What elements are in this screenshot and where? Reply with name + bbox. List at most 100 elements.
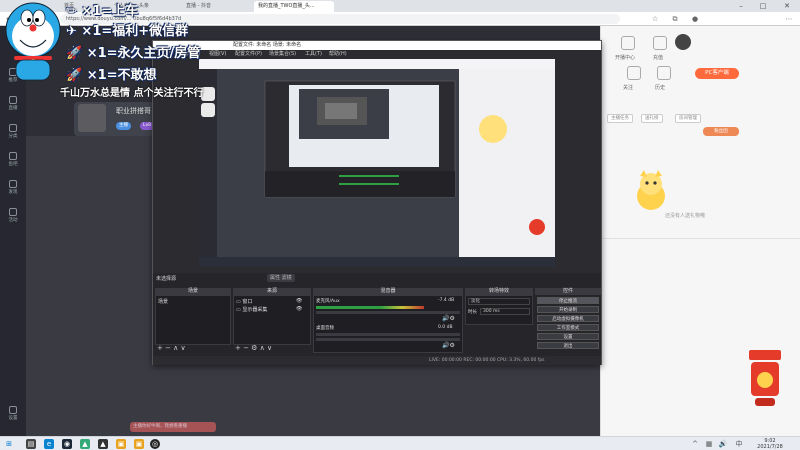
minimize-icon[interactable]: – bbox=[730, 0, 752, 12]
tray-up-icon[interactable]: ^ bbox=[690, 439, 700, 449]
chat-message: 主播你好牛啊，我想看重播 bbox=[130, 422, 216, 432]
wallet-icon[interactable] bbox=[653, 36, 667, 50]
status-badge: 主播 bbox=[116, 122, 131, 130]
sidebar-item-label: 设置 bbox=[8, 416, 18, 421]
close-icon[interactable]: ✕ bbox=[776, 0, 798, 12]
mixer-level-bar bbox=[316, 333, 460, 336]
caption-slogan: 千山万水总是情 点个关注行不行 bbox=[60, 88, 204, 99]
streamer-name: 职业拼搭哥 bbox=[116, 107, 151, 115]
sidebar-item-fishbar[interactable]: 鱼吧 bbox=[0, 152, 26, 167]
rocket-icon: 🚀 bbox=[66, 46, 87, 61]
collections-icon[interactable]: ⧉ bbox=[670, 14, 680, 24]
sidebar-item-category[interactable]: 分类 bbox=[0, 124, 26, 139]
mascot-image bbox=[637, 170, 665, 210]
volume-slider-track[interactable] bbox=[316, 338, 460, 341]
source-item[interactable]: ▭ 显示器采集 bbox=[236, 306, 267, 313]
source-properties-tabs[interactable]: 属性 滤镜 bbox=[267, 274, 295, 282]
obs-menu-bar: 文件(F) 编辑(E) 视图(V) 配置文件(P) 场景集合(S) 工具(T) … bbox=[153, 50, 601, 59]
sidebar-item-discover[interactable]: 发现 bbox=[0, 180, 26, 195]
mixer-track-name: 麦克风/Aux bbox=[316, 299, 340, 304]
network-icon[interactable]: ▦ bbox=[704, 439, 714, 449]
transition-select[interactable]: 淡化 bbox=[468, 298, 530, 305]
gear-icon bbox=[9, 406, 17, 414]
source-item[interactable]: ▭ 窗口 bbox=[236, 298, 252, 305]
start-recording-button[interactable]: 开始录制 bbox=[537, 306, 599, 313]
avatar[interactable] bbox=[675, 34, 691, 50]
no-source-label: 未选择源 bbox=[156, 276, 177, 282]
folder-icon[interactable]: ▣ bbox=[134, 439, 144, 449]
icon-label: 开播中心 bbox=[615, 55, 636, 61]
scene-item[interactable]: 场景 bbox=[158, 298, 168, 305]
pencil-icon: ✏ bbox=[66, 4, 82, 19]
steam-icon[interactable]: ◉ bbox=[62, 439, 72, 449]
mixer-level-bar bbox=[316, 306, 424, 309]
windows-start-icon[interactable]: ⊞ bbox=[4, 439, 14, 449]
sidebar-item-events[interactable]: 活动 bbox=[0, 208, 26, 223]
edge-browser-icon[interactable]: e bbox=[44, 439, 54, 449]
file-explorer-icon[interactable]: ▤ bbox=[26, 439, 36, 449]
duration-input[interactable]: 300 ms bbox=[480, 308, 530, 315]
menu-item-tools[interactable]: 工具(T) bbox=[305, 50, 322, 59]
heart-icon[interactable] bbox=[627, 66, 641, 80]
browser-tab-active[interactable]: 我的直播_TWO直播_头... bbox=[254, 1, 334, 12]
nested-capture-image bbox=[199, 59, 555, 267]
caption-line: 🚀 ×1=不敢想 bbox=[66, 68, 157, 83]
tab-anchor-tasks[interactable]: 主播任务 bbox=[607, 114, 633, 123]
exit-button[interactable]: 退出 bbox=[537, 342, 599, 349]
eye-icon[interactable]: 👁 bbox=[296, 298, 302, 304]
sidebar-item-label: 分类 bbox=[8, 134, 18, 139]
sidebar-item-label: 发现 bbox=[8, 190, 18, 195]
add-source-icon[interactable]: + − ⚙ ∧ ∨ bbox=[235, 344, 272, 352]
icon-label: 历史 bbox=[655, 85, 666, 91]
tab-room-manage[interactable]: 房间管理 bbox=[675, 114, 701, 123]
caption-line: ✏ ×1=上车 bbox=[66, 4, 139, 19]
grid-icon bbox=[9, 124, 17, 132]
maximize-icon[interactable]: □ bbox=[752, 0, 774, 12]
caption-line: 🚀 ×1=永久主页/房管 bbox=[66, 46, 201, 61]
obs-preview[interactable] bbox=[199, 59, 555, 267]
virtual-camera-button[interactable]: 启动虚拟摄像机 bbox=[537, 315, 599, 322]
speaker-icon[interactable]: 🔊⚙ bbox=[442, 315, 455, 322]
empty-state-text: 还没有人送礼物哦 bbox=[665, 213, 706, 219]
folder-icon[interactable]: ▣ bbox=[116, 439, 126, 449]
clock[interactable]: 9:02 2021/7/28 bbox=[750, 438, 790, 450]
sidebar-item-settings[interactable]: 设置 bbox=[0, 406, 26, 421]
mixer-track-name: 桌面音频 bbox=[316, 326, 334, 331]
menu-item-help[interactable]: 帮助(H) bbox=[329, 50, 347, 59]
pc-client-button[interactable]: PC客户端 bbox=[695, 68, 739, 79]
mixer-db-value: 0.0 dB bbox=[438, 325, 453, 330]
settings-button[interactable]: 设置 bbox=[537, 333, 599, 340]
eye-icon[interactable]: 👁 bbox=[296, 306, 302, 312]
fan-club-button[interactable]: 粉丝团 bbox=[703, 127, 739, 136]
broadcast-icon[interactable] bbox=[621, 36, 635, 50]
stop-stream-button[interactable]: 停止推流 bbox=[537, 297, 599, 304]
app-icon[interactable]: ▲ bbox=[98, 439, 108, 449]
menu-item-view[interactable]: 视图(V) bbox=[209, 50, 226, 59]
obs-title-bar: 配置文件: 未命名 场景: 未命名 bbox=[153, 41, 601, 50]
mixer-header: 混音器 bbox=[313, 288, 463, 295]
menu-item-scene-collection[interactable]: 场景集合(S) bbox=[269, 50, 296, 59]
tab-gift-rank[interactable]: 送礼榜 bbox=[641, 114, 663, 123]
mixer-db-value: -7.4 dB bbox=[438, 298, 455, 303]
profile-icon[interactable]: ● bbox=[690, 14, 700, 24]
menu-item-profile[interactable]: 配置文件(P) bbox=[235, 50, 262, 59]
ime-icon[interactable]: 中 bbox=[734, 439, 744, 449]
speaker-icon[interactable]: 🔊⚙ bbox=[442, 342, 455, 349]
favorite-icon[interactable]: ☆ bbox=[650, 14, 660, 24]
volume-slider-track[interactable] bbox=[316, 311, 460, 314]
promo-badge-image bbox=[749, 350, 781, 406]
sources-header: 来源 bbox=[233, 288, 311, 295]
more-menu-icon[interactable]: ⋯ bbox=[784, 14, 794, 24]
mixer-panel: 麦克风/Aux -7.4 dB 🔊⚙ 桌面音频 0.0 dB 🔊⚙ bbox=[313, 295, 463, 353]
history-icon[interactable] bbox=[657, 66, 671, 80]
studio-mode-button[interactable]: 工作室模式 bbox=[537, 324, 599, 331]
volume-icon[interactable]: 🔊 bbox=[718, 439, 728, 449]
plane-icon: ✈ bbox=[66, 24, 82, 39]
obs-app-icon[interactable]: ◎ bbox=[150, 439, 160, 449]
add-scene-icon[interactable]: + − ∧ ∨ bbox=[157, 344, 186, 352]
sidebar-item-label: 活动 bbox=[8, 218, 18, 223]
icon-label: 充值 bbox=[653, 55, 664, 61]
app-icon[interactable]: ▲ bbox=[80, 439, 90, 449]
divider bbox=[601, 238, 800, 239]
avatar[interactable] bbox=[78, 104, 106, 132]
